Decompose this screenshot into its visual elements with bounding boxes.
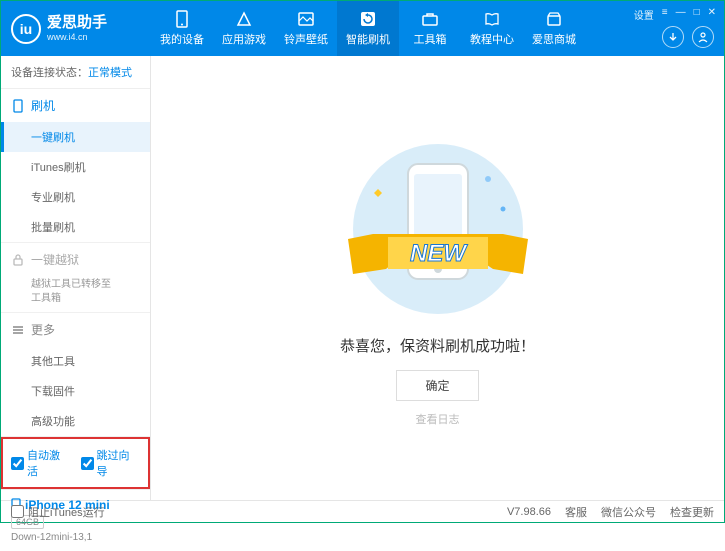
version-text: V7.98.66 — [507, 506, 551, 518]
sidebar-more-header[interactable]: 更多 — [1, 313, 150, 346]
sidebar-flash-header[interactable]: 刷机 — [1, 89, 150, 122]
lock-icon — [11, 253, 25, 267]
logo-icon: iu — [11, 14, 41, 44]
checkbox-input[interactable] — [81, 457, 94, 470]
nav-label: 应用游戏 — [222, 31, 266, 47]
sidebar-item-itunes[interactable]: iTunes刷机 — [1, 152, 150, 182]
logo-area: iu 爱思助手 www.i4.cn — [1, 14, 151, 44]
skip-guide-checkbox[interactable]: 跳过向导 — [81, 447, 141, 479]
store-icon — [545, 10, 563, 28]
nav-label: 铃声壁纸 — [284, 31, 328, 47]
sidebar-item-batch[interactable]: 批量刷机 — [1, 212, 150, 242]
sidebar: 设备连接状态：正常模式 刷机 一键刷机 iTunes刷机 专业刷机 批量刷机 一… — [1, 56, 151, 500]
success-illustration: NEW — [338, 139, 538, 319]
user-icon[interactable] — [692, 26, 714, 48]
option-checkboxes: 自动激活 跳过向导 — [1, 437, 150, 489]
window-controls: 设置 ≡ — □ ✕ — [634, 7, 716, 22]
nav-tutorials[interactable]: 教程中心 — [461, 1, 523, 56]
minimize-icon[interactable]: — — [676, 7, 686, 22]
more-icon — [11, 323, 25, 337]
sidebar-item-oneclick[interactable]: 一键刷机 — [1, 122, 150, 152]
sidebar-jailbreak-header: 一键越狱 — [1, 243, 150, 276]
checkbox-label: 自动激活 — [27, 447, 71, 479]
wallpaper-icon — [297, 10, 315, 28]
jailbreak-note: 越狱工具已转移至 工具箱 — [1, 276, 150, 312]
checkbox-label: 跳过向导 — [97, 447, 141, 479]
main-content: NEW 恭喜您，保资料刷机成功啦！ 确定 查看日志 — [151, 56, 724, 500]
nav-label: 教程中心 — [470, 31, 514, 47]
nav-label: 爱思商城 — [532, 31, 576, 47]
nav-toolbox[interactable]: 工具箱 — [399, 1, 461, 56]
header-actions — [662, 26, 714, 48]
status-value: 正常模式 — [88, 67, 132, 79]
toolbox-icon — [421, 10, 439, 28]
auto-activate-checkbox[interactable]: 自动激活 — [11, 447, 71, 479]
nav-flash[interactable]: 智能刷机 — [337, 1, 399, 56]
new-badge: NEW — [410, 240, 468, 267]
app-header: iu 爱思助手 www.i4.cn 我的设备 应用游戏 铃声壁纸 智能刷机 工具… — [1, 1, 724, 56]
apps-icon — [235, 10, 253, 28]
nav-store[interactable]: 爱思商城 — [523, 1, 585, 56]
refresh-icon — [359, 10, 377, 28]
nav-label: 工具箱 — [414, 31, 447, 47]
sidebar-head-label: 一键越狱 — [31, 251, 79, 268]
maximize-icon[interactable]: □ — [694, 7, 700, 22]
checkbox-input[interactable] — [11, 457, 24, 470]
nav-label: 智能刷机 — [346, 31, 390, 47]
sidebar-head-label: 刷机 — [31, 97, 55, 114]
status-label: 设备连接状态： — [11, 67, 88, 79]
nav-my-device[interactable]: 我的设备 — [151, 1, 213, 56]
download-icon[interactable] — [662, 26, 684, 48]
app-url: www.i4.cn — [47, 32, 107, 42]
success-message: 恭喜您，保资料刷机成功啦！ — [340, 335, 535, 356]
settings-text[interactable]: 设置 — [634, 7, 654, 22]
block-itunes-checkbox[interactable]: 阻止iTunes运行 — [11, 504, 105, 520]
device-detail: Down-12mini-13,1 — [11, 532, 140, 543]
sidebar-item-advanced[interactable]: 高级功能 — [1, 406, 150, 436]
sidebar-item-other[interactable]: 其他工具 — [1, 346, 150, 376]
nav-ringtones[interactable]: 铃声壁纸 — [275, 1, 337, 56]
check-update-link[interactable]: 检查更新 — [670, 504, 714, 520]
device-status: 设备连接状态：正常模式 — [1, 56, 150, 89]
nav-label: 我的设备 — [160, 31, 204, 47]
ok-button[interactable]: 确定 — [396, 370, 478, 401]
book-icon — [483, 10, 501, 28]
sidebar-item-pro[interactable]: 专业刷机 — [1, 182, 150, 212]
close-icon[interactable]: ✕ — [708, 7, 716, 22]
view-log-link[interactable]: 查看日志 — [416, 411, 460, 427]
phone-icon — [173, 10, 191, 28]
checkbox-input[interactable] — [11, 505, 24, 518]
app-name: 爱思助手 — [47, 15, 107, 32]
nav-apps[interactable]: 应用游戏 — [213, 1, 275, 56]
support-link[interactable]: 客服 — [565, 504, 587, 520]
device-info: iPhone 12 mini 64GB Down-12mini-13,1 — [1, 489, 150, 551]
checkbox-label: 阻止iTunes运行 — [28, 504, 105, 520]
menu-icon[interactable]: ≡ — [662, 7, 668, 22]
wechat-link[interactable]: 微信公众号 — [601, 504, 656, 520]
flash-icon — [11, 99, 25, 113]
sidebar-item-download[interactable]: 下载固件 — [1, 376, 150, 406]
sidebar-head-label: 更多 — [31, 321, 55, 338]
